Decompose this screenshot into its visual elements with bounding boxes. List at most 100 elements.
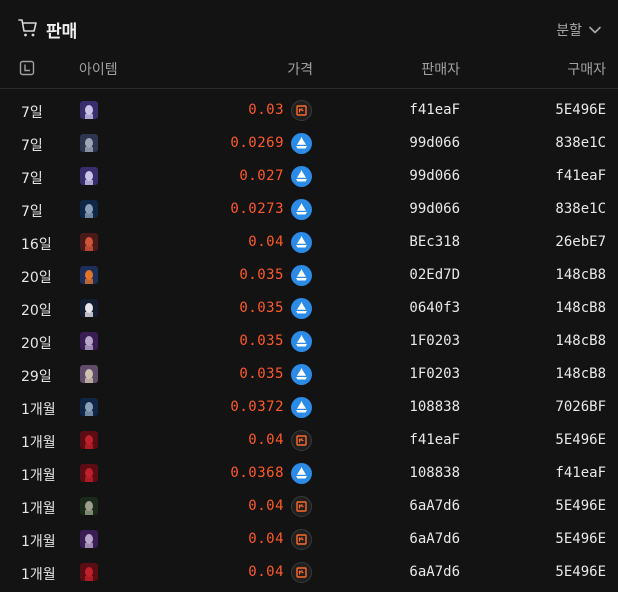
item-thumbnail[interactable] bbox=[80, 530, 98, 548]
sale-price: 0.0368 bbox=[230, 465, 284, 481]
eth-boat-icon bbox=[291, 463, 312, 484]
table-row[interactable]: 7일 0.0273 99d066 838e1C bbox=[0, 194, 618, 227]
buyer-address[interactable]: 148cB8 bbox=[555, 333, 606, 349]
buyer-address[interactable]: 148cB8 bbox=[555, 300, 606, 316]
sale-price: 0.035 bbox=[239, 300, 284, 316]
buyer-address[interactable]: 5E496E bbox=[555, 531, 606, 547]
seller-address[interactable]: 6aA7d6 bbox=[409, 498, 460, 514]
table-row[interactable]: 1개월 0.04 6aA7d6 5E496E bbox=[0, 557, 618, 590]
cart-icon bbox=[18, 19, 37, 37]
item-thumbnail[interactable] bbox=[80, 101, 98, 119]
seller-address[interactable]: f41eaF bbox=[409, 102, 460, 118]
table-row[interactable]: 16일 0.04 BEc318 26ebE7 bbox=[0, 227, 618, 260]
item-thumbnail[interactable] bbox=[80, 365, 98, 383]
buyer-address[interactable]: 26ebE7 bbox=[555, 234, 606, 250]
sale-price: 0.035 bbox=[239, 366, 284, 382]
column-header-seller: 판매자 bbox=[421, 62, 460, 78]
item-thumbnail[interactable] bbox=[80, 299, 98, 317]
sale-time: 20일 bbox=[21, 336, 52, 352]
table-header: 아이템 가격 판매자 구매자 bbox=[0, 52, 618, 89]
item-thumbnail[interactable] bbox=[80, 200, 98, 218]
item-thumbnail[interactable] bbox=[80, 167, 98, 185]
seller-address[interactable]: BEc318 bbox=[409, 234, 460, 250]
item-thumbnail[interactable] bbox=[80, 134, 98, 152]
sales-table-body: 7일 0.03 f41eaF 5E496E 7일 0.0269 99d066 838e1C 7일… bbox=[0, 95, 618, 590]
eth-boat-icon bbox=[291, 364, 312, 385]
sale-time: 1개월 bbox=[21, 501, 56, 517]
seller-address[interactable]: 1F0203 bbox=[409, 333, 460, 349]
sale-time: 7일 bbox=[21, 138, 43, 154]
seller-address[interactable]: 0640f3 bbox=[409, 300, 460, 316]
sale-time: 7일 bbox=[21, 204, 43, 220]
sale-time: 1개월 bbox=[21, 534, 56, 550]
item-thumbnail[interactable] bbox=[80, 266, 98, 284]
sale-price: 0.035 bbox=[239, 333, 284, 349]
seller-address[interactable]: f41eaF bbox=[409, 432, 460, 448]
buyer-address[interactable]: 838e1C bbox=[555, 201, 606, 217]
sale-price: 0.04 bbox=[248, 432, 284, 448]
table-row[interactable]: 7일 0.0269 99d066 838e1C bbox=[0, 128, 618, 161]
eth-boat-icon bbox=[291, 265, 312, 286]
buyer-address[interactable]: f41eaF bbox=[555, 465, 606, 481]
buyer-address[interactable]: 7026BF bbox=[555, 399, 606, 415]
table-row[interactable]: 7일 0.027 99d066 f41eaF bbox=[0, 161, 618, 194]
split-label: 분할 bbox=[556, 23, 582, 39]
item-thumbnail[interactable] bbox=[80, 563, 98, 581]
sale-price: 0.04 bbox=[248, 531, 284, 547]
table-row[interactable]: 20일 0.035 0640f3 148cB8 bbox=[0, 293, 618, 326]
seller-address[interactable]: 99d066 bbox=[409, 135, 460, 151]
seller-address[interactable]: 108838 bbox=[409, 465, 460, 481]
buyer-address[interactable]: 838e1C bbox=[555, 135, 606, 151]
sale-price: 0.035 bbox=[239, 267, 284, 283]
seller-address[interactable]: 99d066 bbox=[409, 168, 460, 184]
item-thumbnail[interactable] bbox=[80, 233, 98, 251]
sale-price: 0.0273 bbox=[230, 201, 284, 217]
sale-price: 0.0372 bbox=[230, 399, 284, 415]
sale-time: 20일 bbox=[21, 303, 52, 319]
buyer-address[interactable]: 148cB8 bbox=[555, 267, 606, 283]
seller-address[interactable]: 02Ed7D bbox=[409, 267, 460, 283]
split-button[interactable]: 분할 bbox=[556, 20, 602, 40]
table-row[interactable]: 29일 0.035 1F0203 148cB8 bbox=[0, 359, 618, 392]
sale-time: 20일 bbox=[21, 270, 52, 286]
item-thumbnail[interactable] bbox=[80, 398, 98, 416]
eth-boat-icon bbox=[291, 298, 312, 319]
klay-icon bbox=[291, 496, 312, 517]
item-thumbnail[interactable] bbox=[80, 497, 98, 515]
sale-time: 1개월 bbox=[21, 402, 56, 418]
seller-address[interactable]: 1F0203 bbox=[409, 366, 460, 382]
chevron-down-icon bbox=[589, 26, 601, 34]
seller-address[interactable]: 6aA7d6 bbox=[409, 531, 460, 547]
page-title: 판매 bbox=[46, 22, 78, 42]
buyer-address[interactable]: 5E496E bbox=[555, 432, 606, 448]
buyer-address[interactable]: 5E496E bbox=[555, 102, 606, 118]
item-thumbnail[interactable] bbox=[80, 431, 98, 449]
seller-address[interactable]: 99d066 bbox=[409, 201, 460, 217]
buyer-address[interactable]: 148cB8 bbox=[555, 366, 606, 382]
sale-price: 0.04 bbox=[248, 498, 284, 514]
eth-boat-icon bbox=[291, 232, 312, 253]
column-header-buyer: 구매자 bbox=[567, 62, 606, 78]
eth-boat-icon bbox=[291, 133, 312, 154]
table-row[interactable]: 1개월 0.0368 108838 f41eaF bbox=[0, 458, 618, 491]
buyer-address[interactable]: f41eaF bbox=[555, 168, 606, 184]
klay-icon bbox=[291, 562, 312, 583]
item-thumbnail[interactable] bbox=[80, 464, 98, 482]
sale-price: 0.0269 bbox=[230, 135, 284, 151]
sale-price: 0.03 bbox=[248, 102, 284, 118]
buyer-address[interactable]: 5E496E bbox=[555, 498, 606, 514]
table-row[interactable]: 20일 0.035 02Ed7D 148cB8 bbox=[0, 260, 618, 293]
table-row[interactable]: 7일 0.03 f41eaF 5E496E bbox=[0, 95, 618, 128]
panel-topbar: 판매 분할 bbox=[0, 0, 618, 56]
buyer-address[interactable]: 5E496E bbox=[555, 564, 606, 580]
eth-boat-icon bbox=[291, 166, 312, 187]
table-row[interactable]: 20일 0.035 1F0203 148cB8 bbox=[0, 326, 618, 359]
table-row[interactable]: 1개월 0.04 6aA7d6 5E496E bbox=[0, 524, 618, 557]
seller-address[interactable]: 108838 bbox=[409, 399, 460, 415]
table-row[interactable]: 1개월 0.0372 108838 7026BF bbox=[0, 392, 618, 425]
seller-address[interactable]: 6aA7d6 bbox=[409, 564, 460, 580]
item-thumbnail[interactable] bbox=[80, 332, 98, 350]
table-row[interactable]: 1개월 0.04 6aA7d6 5E496E bbox=[0, 491, 618, 524]
table-row[interactable]: 1개월 0.04 f41eaF 5E496E bbox=[0, 425, 618, 458]
eth-boat-icon bbox=[291, 199, 312, 220]
